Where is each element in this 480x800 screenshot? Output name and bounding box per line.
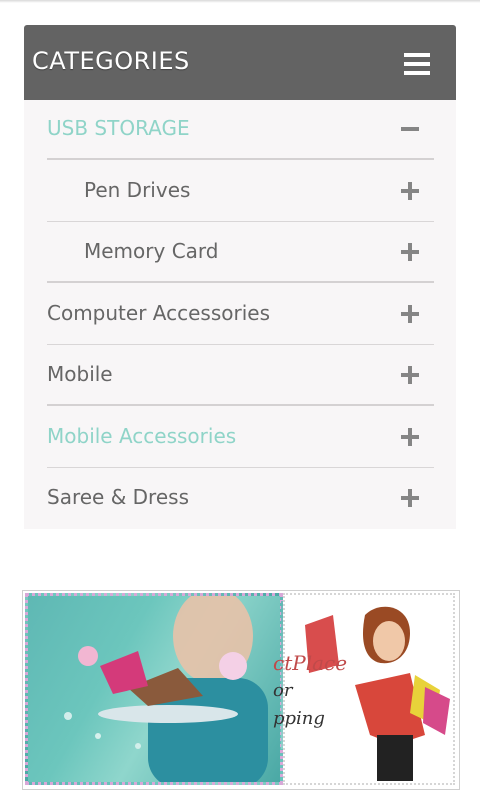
category-label: Memory Card <box>84 239 219 263</box>
category-usb-storage[interactable]: USB STORAGE <box>47 100 434 160</box>
plus-icon[interactable] <box>401 305 419 323</box>
categories-list: USB STORAGE Pen Drives Memory Card Compu… <box>24 100 456 529</box>
category-pen-drives[interactable]: Pen Drives <box>47 162 434 222</box>
plus-icon[interactable] <box>401 428 419 446</box>
category-label: Computer Accessories <box>47 301 270 325</box>
minus-icon[interactable] <box>401 120 419 138</box>
categories-header: CATEGORIES <box>24 25 456 100</box>
hamburger-menu-icon[interactable] <box>404 53 432 75</box>
banner-text-line3: pping <box>273 708 325 729</box>
banner-text-line1: ctPlace <box>273 651 348 675</box>
category-label: Saree & Dress <box>47 485 189 509</box>
category-label: Pen Drives <box>84 178 191 202</box>
category-mobile-accessories[interactable]: Mobile Accessories <box>47 408 434 468</box>
category-mobile[interactable]: Mobile <box>47 346 434 406</box>
banner-product-image <box>25 593 283 785</box>
category-computer-accessories[interactable]: Computer Accessories <box>47 285 434 345</box>
banner-product-illustration <box>64 596 268 782</box>
categories-panel: CATEGORIES USB STORAGE Pen Drives Memory… <box>24 25 456 529</box>
plus-icon[interactable] <box>401 366 419 384</box>
plus-icon[interactable] <box>401 489 419 507</box>
category-saree-dress[interactable]: Saree & Dress <box>47 469 434 529</box>
top-shadow <box>0 0 480 3</box>
banner-text: ctPlace or pping <box>273 649 347 733</box>
categories-title: CATEGORIES <box>32 47 190 75</box>
banner-text-line2: or <box>273 680 293 701</box>
plus-icon[interactable] <box>401 182 419 200</box>
category-label: Mobile <box>47 362 113 386</box>
category-memory-card[interactable]: Memory Card <box>47 223 434 283</box>
plus-icon[interactable] <box>401 243 419 261</box>
category-label: USB STORAGE <box>47 116 190 140</box>
promo-banner[interactable]: ctPlace or pping <box>22 590 460 790</box>
category-label: Mobile Accessories <box>47 424 237 448</box>
